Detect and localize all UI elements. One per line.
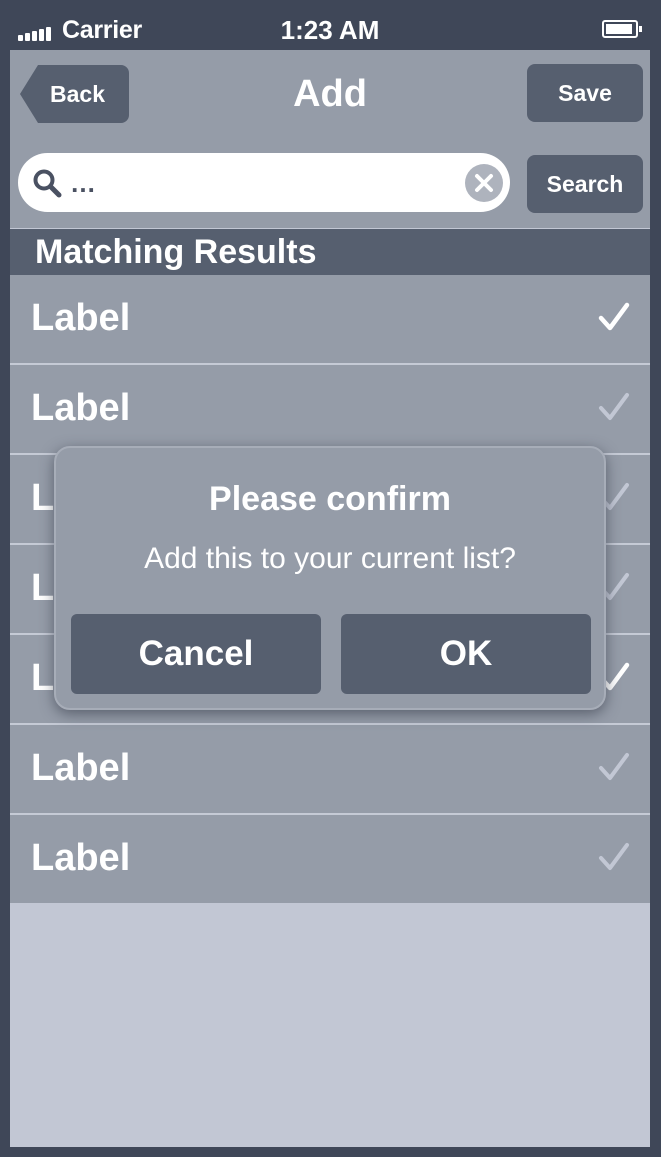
cancel-button[interactable]: Cancel <box>71 614 321 694</box>
dialog-title: Please confirm <box>209 480 451 518</box>
list-item-label: Label <box>31 747 131 789</box>
status-bar: Carrier 1:23 AM <box>10 10 650 50</box>
checkmark-icon <box>598 302 630 331</box>
checkmark-icon <box>599 843 629 870</box>
list-item[interactable]: Label <box>10 723 650 813</box>
ok-button[interactable]: OK <box>341 614 591 694</box>
phone-screen: Carrier 1:23 AM Back Add Save Search Mat… <box>10 10 650 1147</box>
search-field[interactable] <box>18 153 510 212</box>
list-item[interactable]: Label <box>10 813 650 903</box>
list-item-label: Label <box>31 297 131 339</box>
list-item-label: Label <box>31 837 131 879</box>
save-button[interactable]: Save <box>527 64 643 122</box>
status-time: 1:23 AM <box>280 15 380 45</box>
confirm-dialog: Please confirm Add this to your current … <box>54 446 606 710</box>
clear-search-icon[interactable] <box>465 164 503 202</box>
list-item-label: Label <box>31 387 131 429</box>
battery-icon <box>602 20 642 38</box>
navigation-bar: Back Add Save Search <box>10 50 650 228</box>
dialog-message: Add this to your current list? <box>144 542 516 575</box>
list-item[interactable]: Label <box>10 363 650 453</box>
search-input[interactable] <box>70 163 450 203</box>
list-item[interactable]: Label <box>10 275 650 363</box>
checkmark-icon <box>599 393 629 420</box>
search-icon <box>33 169 62 198</box>
section-header: Matching Results <box>10 229 650 275</box>
search-button[interactable]: Search <box>527 155 643 213</box>
checkmark-icon <box>599 753 629 780</box>
